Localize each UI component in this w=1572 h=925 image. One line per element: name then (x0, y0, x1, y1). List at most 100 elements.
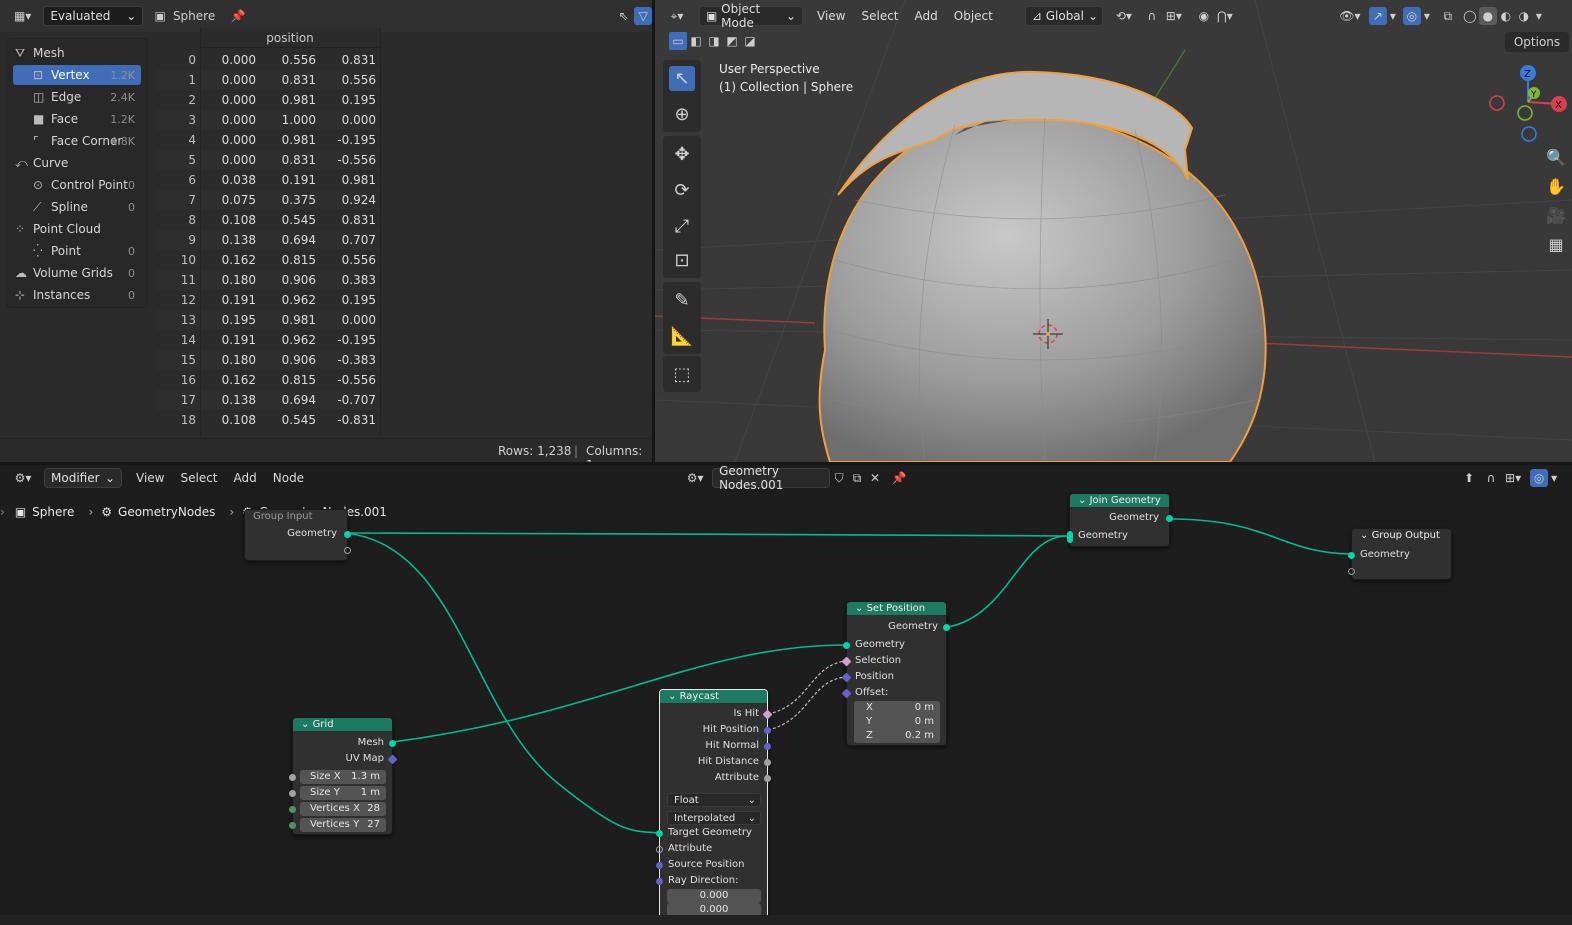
grid-vertices-y-socket[interactable] (289, 822, 296, 829)
neg-y-handle[interactable] (1517, 105, 1533, 121)
grid-view-icon[interactable]: ▦ (1548, 235, 1563, 254)
xray-icon[interactable]: ⧉ (1439, 7, 1457, 25)
dataset-item[interactable]: ◫ Edge 2.4K (13, 87, 141, 107)
mode-dropdown[interactable]: ▣ Object Mode ⌄ (699, 2, 803, 30)
grid-size-y-field[interactable]: Size Y 1 m (300, 786, 386, 800)
evaluation-mode-dropdown[interactable]: Evaluated ⌄ (43, 6, 144, 26)
raycast-source-position-socket[interactable] (656, 862, 663, 869)
group-input-node[interactable]: Group Input Geometry (244, 509, 351, 561)
gizmo-toggle-icon[interactable]: ↗ (1368, 7, 1387, 25)
raycast-data-type-dropdown[interactable]: Float ⌄ (667, 793, 761, 807)
area-divider-vertical[interactable] (652, 0, 655, 462)
raycast-attribute-socket[interactable] (764, 775, 771, 782)
grid-size-x-field[interactable]: Size X 1.3 m (300, 770, 386, 784)
measure-tool[interactable]: 📐 (663, 318, 701, 354)
raycast-ray-direction-socket[interactable] (656, 878, 663, 885)
menu-add[interactable]: Add (907, 9, 946, 23)
cursor-tool[interactable]: ⊕ (663, 96, 701, 132)
dataset-item[interactable]: ■ Face 1.2K (13, 109, 141, 129)
select-subtract-icon[interactable]: ◨ (705, 32, 723, 50)
rotate-tool[interactable]: ⟳ (663, 172, 701, 208)
options-button[interactable]: Options (1505, 32, 1569, 52)
neg-x-handle[interactable] (1489, 95, 1505, 111)
menu-view[interactable]: View (809, 9, 853, 23)
chevron-down-icon[interactable]: ▾ (1421, 7, 1433, 25)
visibility-icon[interactable]: 👁▾ (1337, 7, 1363, 25)
column-header-position[interactable]: position (200, 28, 380, 48)
group-output-geometry-socket[interactable] (1348, 552, 1355, 559)
grid-node[interactable]: ⌄ Grid Mesh UV Map Size X 1.3 m Size Y1 mV… (289, 717, 398, 835)
zoom-icon[interactable]: 🔍 (1546, 148, 1566, 167)
node-editor[interactable]: ⚙▾ Modifier ⌄ View Select Add Node ⚙▾ Geomet… (0, 465, 1572, 925)
solid-shading-icon[interactable]: ● (1478, 7, 1497, 25)
select-intersect-icon[interactable]: ◪ (741, 32, 759, 50)
3d-viewport[interactable]: ⌖▾ ▣ Object Mode ⌄ View Select Add Object ⊿ … (655, 0, 1572, 462)
ray-direction-field[interactable]: 0.000 (667, 889, 761, 903)
camera-icon[interactable]: 🎥 (1546, 206, 1566, 225)
offset-y-field[interactable]: Y 0 m (854, 715, 940, 729)
neg-z-handle[interactable] (1521, 126, 1537, 142)
scale-tool[interactable]: ⤢ (663, 208, 701, 244)
raycast-hit-distance-socket[interactable] (764, 759, 771, 766)
join-geometry-input-socket[interactable] (1067, 531, 1073, 543)
dataset-item[interactable]: ⌜ Face Corner 4.8K (13, 131, 141, 151)
chevron-down-icon[interactable]: ▾ (1533, 7, 1545, 25)
dataset-item[interactable]: ⁛ Point 0 (13, 241, 141, 261)
offset-z-field[interactable]: Z 0.2 m (854, 729, 940, 743)
dataset-item[interactable]: ⤺ Curve (9, 153, 141, 173)
selected-only-toggle-icon[interactable]: ⇖ (615, 7, 633, 25)
set-position-geometry-socket[interactable] (843, 642, 850, 649)
dataset-item[interactable]: ⊹ Instances 0 (9, 285, 141, 305)
raycast-target-geometry-socket[interactable] (656, 830, 663, 837)
set-position-node[interactable]: ⌄ Set Position Geometry Geometry Selecti… (841, 601, 950, 746)
grid-size-x-socket[interactable] (289, 774, 296, 781)
menu-object[interactable]: Object (946, 9, 1001, 23)
select-extend-icon[interactable]: ◧ (687, 32, 705, 50)
snap-target-icon[interactable]: ⊞▾ (1161, 7, 1187, 25)
join-geometry-output-socket[interactable] (1166, 515, 1173, 522)
orientation-dropdown[interactable]: ⊿ Global ⌄ (1024, 6, 1103, 26)
snap-icon[interactable]: ∩ (1143, 7, 1161, 25)
grid-vertices-x-field[interactable]: Vertices X 28 (300, 802, 386, 816)
collapse-chevron-icon[interactable]: ⌄ (668, 691, 680, 702)
collapse-chevron-icon[interactable]: ⌄ (1078, 495, 1090, 506)
annotate-tool[interactable]: ✎ (663, 282, 701, 318)
material-shading-icon[interactable]: ◐ (1497, 7, 1515, 25)
filter-icon[interactable]: ▽ (634, 7, 652, 25)
proportional-edit-icon[interactable]: ◉ (1195, 7, 1213, 25)
menu-select[interactable]: Select (853, 9, 906, 23)
node-editor-scrollbar[interactable] (0, 915, 1572, 925)
rendered-shading-icon[interactable]: ◑ (1515, 7, 1533, 25)
dataset-item[interactable]: ☁ Volume Grids 0 (9, 263, 141, 283)
navigation-gizmo[interactable]: Z X Y (1485, 62, 1572, 147)
dataset-item[interactable]: ⊡ Vertex 1.2K (13, 65, 141, 85)
raycast-hit-normal-socket[interactable] (764, 743, 771, 750)
pin-icon[interactable]: 📌 (229, 7, 247, 25)
raycast-node[interactable]: ⌄ Raycast Is Hit Hit Position Hit Normal Hi… (656, 689, 773, 925)
select-box-tool[interactable]: ↖ (663, 60, 701, 96)
editor-type-icon[interactable]: ▦▾ (8, 7, 37, 25)
group-output-node[interactable]: ⌄ Group Output Geometry (1348, 528, 1452, 580)
falloff-icon[interactable]: ⋂▾ (1213, 7, 1237, 25)
group-input-geometry-socket[interactable] (344, 531, 351, 538)
dataset-item[interactable]: ⛛ Mesh (9, 43, 141, 63)
dataset-item[interactable]: ⊙ Control Point 0 (13, 175, 141, 195)
offset-x-field[interactable]: X 0 m (854, 701, 940, 715)
overlay-toggle-icon[interactable]: ◎ (1402, 7, 1421, 25)
group-output-empty-socket[interactable] (1348, 568, 1355, 575)
wireframe-shading-icon[interactable]: ◯ (1461, 7, 1479, 25)
grid-vertices-x-socket[interactable] (289, 806, 296, 813)
dataset-item[interactable]: ⟋ Spline 0 (13, 197, 141, 217)
move-tool[interactable]: ✥ (663, 136, 701, 172)
grid-mesh-socket[interactable] (389, 740, 396, 747)
editor-type-icon[interactable]: ⌖▾ (665, 7, 689, 25)
raycast-attribute-socket[interactable] (656, 846, 663, 853)
raycast-mapping-dropdown[interactable]: Interpolated ⌄ (667, 811, 761, 825)
collapse-chevron-icon[interactable]: ⌄ (855, 603, 867, 614)
grid-size-y-socket[interactable] (289, 790, 296, 797)
hand-pan-icon[interactable]: ✋ (1546, 177, 1566, 196)
collapse-chevron-icon[interactable]: ⌄ (1360, 530, 1372, 541)
collapse-chevron-icon[interactable]: ⌄ (301, 719, 313, 730)
raycast-hit-position-socket[interactable] (764, 727, 771, 734)
group-input-empty-socket[interactable] (344, 547, 351, 554)
